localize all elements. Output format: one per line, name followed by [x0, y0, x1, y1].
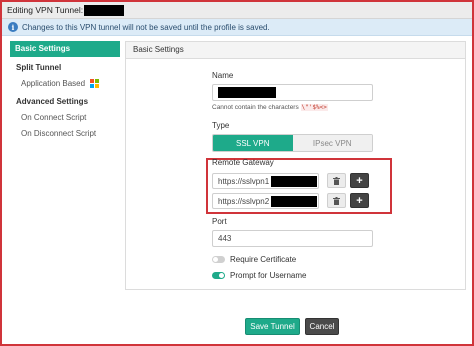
sidebar-item-split-tunnel[interactable]: Split Tunnel [10, 60, 120, 76]
sidebar-item-label: Application Based [21, 79, 86, 88]
port-input[interactable]: 443 [212, 230, 373, 247]
name-hint-text: Cannot contain the characters [212, 104, 299, 111]
type-option-ipsec-vpn[interactable]: IPsec VPN [292, 135, 372, 151]
panel-header: Basic Settings [126, 42, 465, 59]
gateway-1-prefix: https://sslvpn1 [218, 176, 270, 186]
require-certificate-label: Require Certificate [230, 255, 297, 264]
add-gateway-1-button[interactable]: + [350, 173, 369, 188]
redacted-name-value [218, 87, 276, 98]
sidebar-item-advanced-settings[interactable]: Advanced Settings [10, 94, 120, 110]
type-selector: SSL VPN IPsec VPN [212, 134, 373, 152]
name-label: Name [212, 71, 234, 80]
sidebar-item-basic-settings[interactable]: Basic Settings [10, 41, 120, 57]
add-gateway-2-button[interactable]: + [350, 193, 369, 208]
type-label: Type [212, 121, 230, 130]
info-banner: i Changes to this VPN tunnel will not be… [2, 19, 472, 36]
window-title: Editing VPN Tunnel: [7, 5, 84, 15]
save-tunnel-button[interactable]: Save Tunnel [245, 318, 300, 335]
info-message: Changes to this VPN tunnel will not be s… [22, 22, 270, 32]
info-icon: i [8, 22, 18, 32]
sidebar-item-on-connect-script[interactable]: On Connect Script [10, 110, 120, 126]
sidebar: Basic Settings Split Tunnel Application … [10, 41, 120, 142]
name-hint: Cannot contain the characters \"'$%<> [212, 104, 328, 111]
redacted-gateway-2 [271, 195, 318, 207]
prompt-username-toggle[interactable] [212, 272, 225, 279]
plus-icon: + [356, 174, 363, 187]
remote-gateway-label: Remote Gateway [212, 158, 274, 167]
require-certificate-toggle[interactable] [212, 256, 225, 263]
cancel-button[interactable]: Cancel [305, 318, 339, 335]
redacted-gateway-1 [271, 175, 318, 187]
gateway-input-1[interactable]: https://sslvpn1 [212, 173, 319, 189]
trash-icon [333, 196, 340, 205]
toggle-knob [219, 273, 224, 278]
title-bar: Editing VPN Tunnel: [2, 2, 472, 19]
gateway-2-prefix: https://sslvpn2 [218, 196, 270, 206]
sidebar-item-on-disconnect-script[interactable]: On Disconnect Script [10, 126, 120, 142]
name-hint-chars: \"'$%<> [300, 104, 328, 111]
toggle-knob [213, 257, 218, 262]
prompt-username-label: Prompt for Username [230, 271, 307, 280]
port-value: 443 [218, 234, 232, 243]
plus-icon: + [356, 194, 363, 207]
windows-logo-icon [90, 79, 100, 89]
name-input[interactable] [212, 84, 373, 101]
type-option-ssl-vpn[interactable]: SSL VPN [213, 135, 293, 151]
delete-gateway-2-button[interactable] [327, 193, 346, 208]
port-label: Port [212, 217, 227, 226]
delete-gateway-1-button[interactable] [327, 173, 346, 188]
redacted-tunnel-name [84, 4, 125, 16]
gateway-input-2[interactable]: https://sslvpn2 [212, 193, 319, 209]
trash-icon [333, 176, 340, 185]
sidebar-item-application-based[interactable]: Application Based [10, 76, 120, 92]
